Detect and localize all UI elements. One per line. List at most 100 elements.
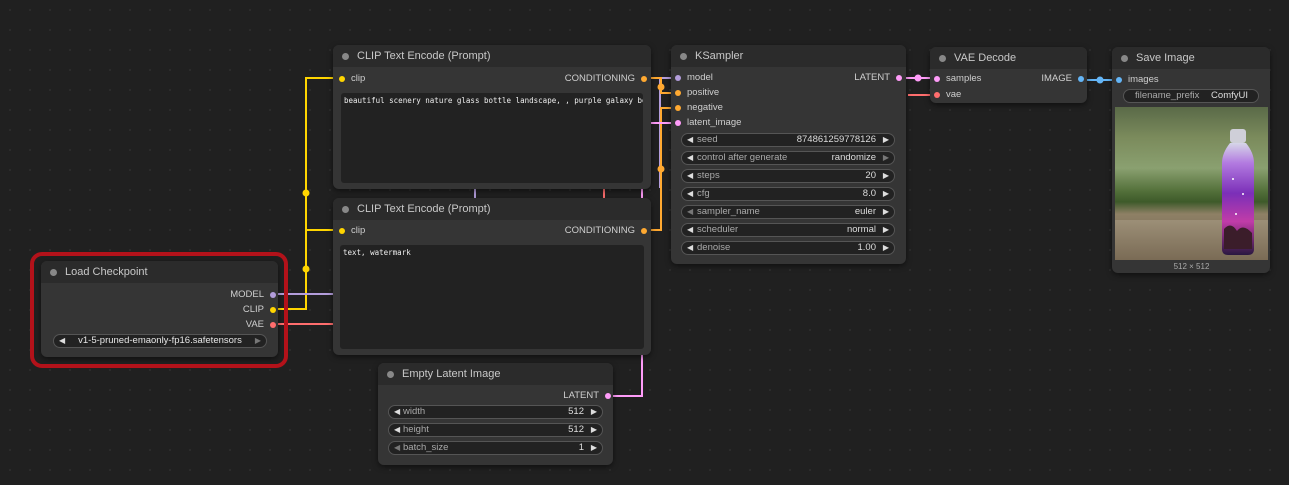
arrow-left-icon[interactable]: ◀ xyxy=(687,152,693,164)
width-widget[interactable]: ◀ width 512 ▶ xyxy=(388,405,603,419)
node-title-bar[interactable]: VAE Decode xyxy=(930,47,1087,69)
output-slot-conditioning[interactable]: CONDITIONING xyxy=(565,73,647,85)
arrow-right-icon[interactable]: ▶ xyxy=(883,170,889,182)
input-slot-latent-image[interactable]: latent_image xyxy=(675,117,741,129)
input-slot-images[interactable]: images xyxy=(1116,74,1159,86)
arrow-left-icon[interactable]: ◀ xyxy=(687,188,693,200)
input-slot-positive[interactable]: positive xyxy=(675,87,719,99)
node-title-bar[interactable]: CLIP Text Encode (Prompt) xyxy=(333,45,651,67)
steps-widget[interactable]: ◀ steps 20 ▶ xyxy=(681,169,895,183)
slot-label: model xyxy=(687,72,713,83)
arrow-right-icon[interactable]: ▶ xyxy=(883,242,889,254)
arrow-right-icon[interactable]: ▶ xyxy=(883,152,889,164)
empty-latent-image-node[interactable]: Empty Latent Image LATENT ◀ width 512 ▶ ◀ he… xyxy=(378,363,613,465)
arrow-left-icon[interactable]: ◀ xyxy=(687,242,693,254)
widget-value: randomize xyxy=(831,152,876,163)
prompt-textarea[interactable]: text, watermark xyxy=(340,245,644,349)
input-slot-vae[interactable]: vae xyxy=(934,89,961,101)
slot-dot-icon[interactable] xyxy=(641,76,647,82)
arrow-right-icon[interactable]: ▶ xyxy=(591,406,597,418)
arrow-right-icon[interactable]: ▶ xyxy=(883,224,889,236)
arrow-left-icon[interactable]: ◀ xyxy=(394,406,400,418)
sampler-name-widget[interactable]: ◀ sampler_name euler ▶ xyxy=(681,205,895,219)
arrow-left-icon[interactable]: ◀ xyxy=(687,224,693,236)
arrow-right-icon[interactable]: ▶ xyxy=(591,442,597,454)
output-slot-conditioning[interactable]: CONDITIONING xyxy=(565,225,647,237)
node-title: VAE Decode xyxy=(954,52,1017,64)
wire-reroute-dot xyxy=(657,165,665,173)
slot-dot-icon[interactable] xyxy=(675,105,681,111)
node-title-bar[interactable]: Empty Latent Image xyxy=(378,363,613,385)
slot-dot-icon[interactable] xyxy=(1078,76,1084,82)
output-slot-latent[interactable]: LATENT xyxy=(854,72,902,84)
collapse-dot-icon[interactable] xyxy=(680,53,687,60)
arrow-left-icon[interactable]: ◀ xyxy=(687,206,693,218)
output-slot-latent[interactable]: LATENT xyxy=(563,390,611,402)
slot-label: LATENT xyxy=(563,390,599,401)
highlight-box xyxy=(30,252,288,368)
denoise-widget[interactable]: ◀ denoise 1.00 ▶ xyxy=(681,241,895,255)
height-widget[interactable]: ◀ height 512 ▶ xyxy=(388,423,603,437)
collapse-dot-icon[interactable] xyxy=(342,53,349,60)
collapse-dot-icon[interactable] xyxy=(939,55,946,62)
slot-dot-icon[interactable] xyxy=(641,228,647,234)
slot-label: latent_image xyxy=(687,117,742,128)
galaxy-bottle-image xyxy=(1222,129,1254,255)
node-title: CLIP Text Encode (Prompt) xyxy=(357,50,491,62)
node-title-bar[interactable]: CLIP Text Encode (Prompt) xyxy=(333,198,651,220)
slot-dot-icon[interactable] xyxy=(896,75,902,81)
batch-size-widget[interactable]: ◀ batch_size 1 ▶ xyxy=(388,441,603,455)
seed-widget[interactable]: ◀ seed 874861259778126 ▶ xyxy=(681,133,895,147)
node-title-bar[interactable]: KSampler xyxy=(671,45,906,67)
input-slot-samples[interactable]: samples xyxy=(934,73,981,85)
clip-text-encode-negative-node[interactable]: CLIP Text Encode (Prompt) clip CONDITION… xyxy=(333,198,651,355)
scheduler-widget[interactable]: ◀ scheduler normal ▶ xyxy=(681,223,895,237)
ksampler-node[interactable]: KSampler model positive negative latent_… xyxy=(671,45,906,264)
slot-label: images xyxy=(1128,74,1159,85)
node-title-bar[interactable]: Save Image xyxy=(1112,47,1270,69)
slot-dot-icon[interactable] xyxy=(675,90,681,96)
arrow-left-icon[interactable]: ◀ xyxy=(394,442,400,454)
slot-dot-icon[interactable] xyxy=(934,76,940,82)
slot-dot-icon[interactable] xyxy=(675,75,681,81)
slot-label: samples xyxy=(946,73,982,84)
slot-dot-icon[interactable] xyxy=(339,228,345,234)
arrow-right-icon[interactable]: ▶ xyxy=(883,188,889,200)
slot-dot-icon[interactable] xyxy=(1116,77,1122,83)
image-size-caption: 512 × 512 xyxy=(1173,262,1210,271)
slot-dot-icon[interactable] xyxy=(934,92,940,98)
input-slot-clip[interactable]: clip xyxy=(339,73,365,85)
widget-value: euler xyxy=(854,206,876,217)
arrow-left-icon[interactable]: ◀ xyxy=(394,424,400,436)
arrow-left-icon[interactable]: ◀ xyxy=(687,170,693,182)
input-slot-clip[interactable]: clip xyxy=(339,225,365,237)
arrow-right-icon[interactable]: ▶ xyxy=(591,424,597,436)
cfg-widget[interactable]: ◀ cfg 8.0 ▶ xyxy=(681,187,895,201)
slot-label: clip xyxy=(351,225,366,236)
output-slot-image[interactable]: IMAGE xyxy=(1041,73,1084,85)
arrow-right-icon[interactable]: ▶ xyxy=(883,206,889,218)
arrow-right-icon[interactable]: ▶ xyxy=(883,134,889,146)
vae-decode-node[interactable]: VAE Decode samples vae IMAGE xyxy=(930,47,1087,103)
widget-value: 1.00 xyxy=(857,242,877,253)
slot-dot-icon[interactable] xyxy=(339,76,345,82)
collapse-dot-icon[interactable] xyxy=(342,206,349,213)
collapse-dot-icon[interactable] xyxy=(387,371,394,378)
control-after-generate-widget[interactable]: ◀ control after generate randomize ▶ xyxy=(681,151,895,165)
collapse-dot-icon[interactable] xyxy=(1121,55,1128,62)
wire-reroute-dot xyxy=(914,74,922,82)
widget-name: cfg xyxy=(697,188,710,199)
slot-dot-icon[interactable] xyxy=(675,120,681,126)
slot-dot-icon[interactable] xyxy=(605,393,611,399)
widget-name: height xyxy=(403,424,429,435)
input-slot-negative[interactable]: negative xyxy=(675,102,723,114)
clip-text-encode-positive-node[interactable]: CLIP Text Encode (Prompt) clip CONDITION… xyxy=(333,45,651,189)
widget-name: scheduler xyxy=(697,224,739,235)
generated-image-preview[interactable] xyxy=(1115,107,1268,260)
prompt-textarea[interactable]: beautiful scenery nature glass bottle la… xyxy=(341,93,643,183)
wire-reroute-dot xyxy=(302,189,310,197)
arrow-left-icon[interactable]: ◀ xyxy=(687,134,693,146)
input-slot-model[interactable]: model xyxy=(675,72,713,84)
filename-prefix-widget[interactable]: filename_prefix ComfyUI xyxy=(1123,89,1259,103)
widget-value: 8.0 xyxy=(862,188,876,199)
